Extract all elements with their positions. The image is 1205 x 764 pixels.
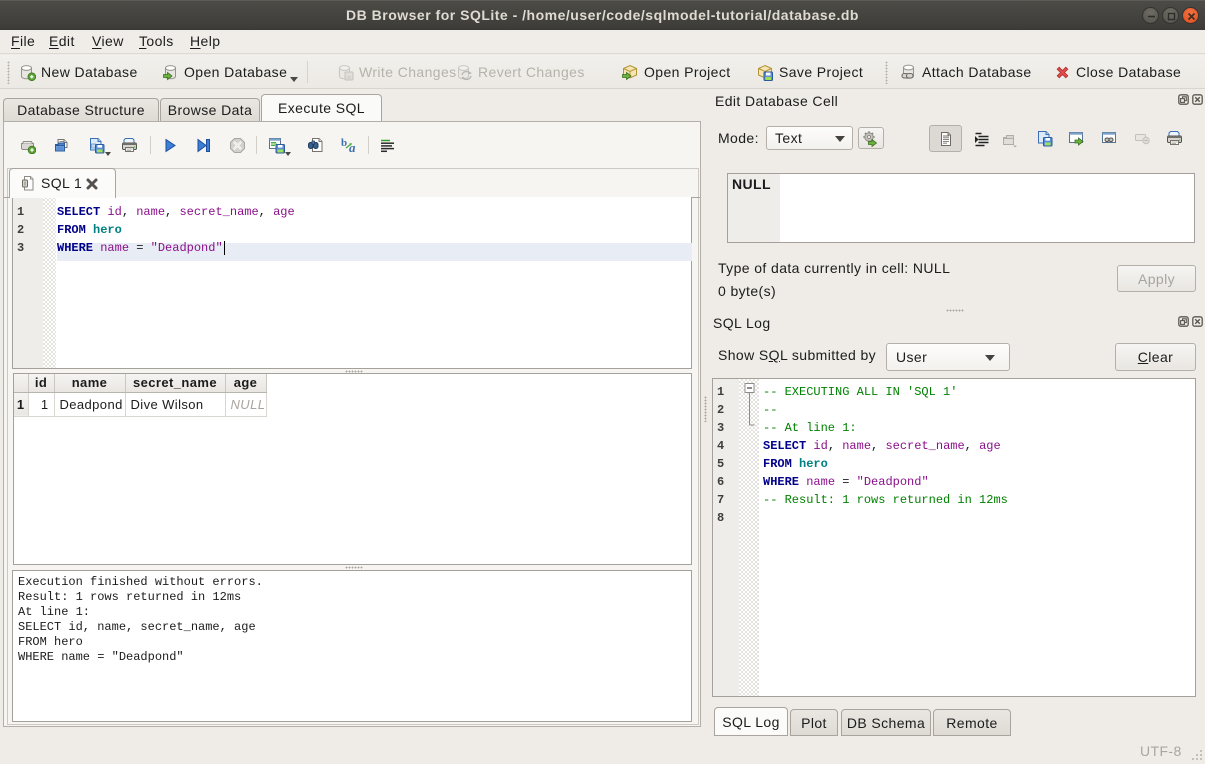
svg-text:a: a	[349, 140, 356, 154]
